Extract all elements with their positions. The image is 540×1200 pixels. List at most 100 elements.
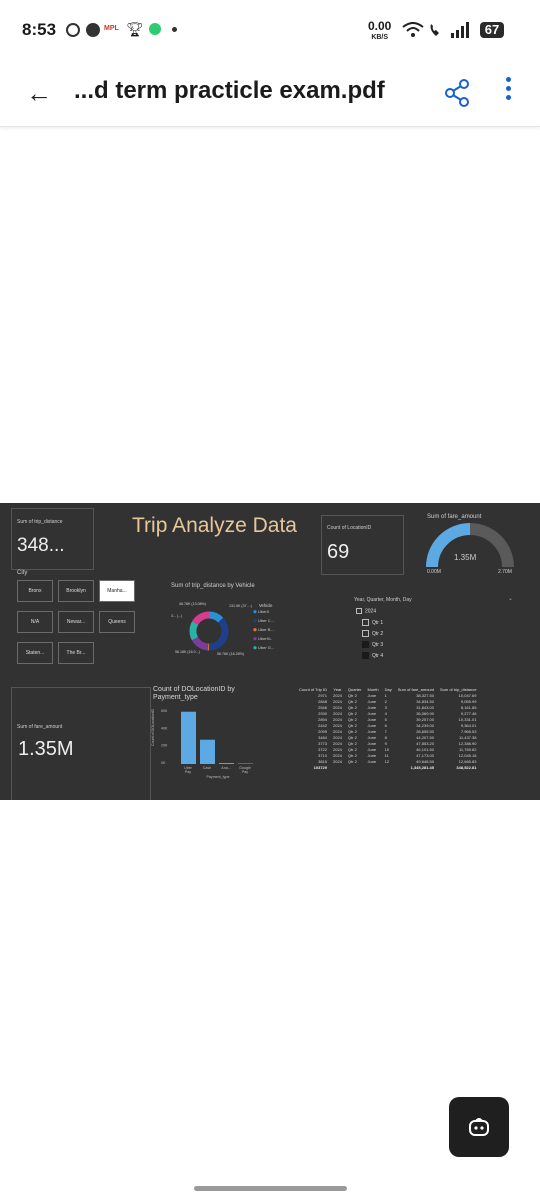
- checkbox[interactable]: [362, 641, 369, 648]
- kpi-fare-label: Sum of fare_amount: [17, 724, 63, 730]
- donut-title: Sum of trip_distance by Vehicle: [171, 583, 255, 589]
- kpi-fare-card: Sum of fare_amount 1.35M: [11, 687, 151, 800]
- table-total-cell: 103729: [313, 765, 328, 770]
- kpi-trip-distance-card: Sum of trip_distance 348...: [11, 508, 94, 570]
- kpi-fare-value: 1.35M: [18, 738, 74, 760]
- city-option[interactable]: Manha...: [99, 580, 135, 602]
- quarter-option[interactable]: Qtr 2: [362, 630, 383, 637]
- city-option[interactable]: Staten...: [17, 642, 53, 664]
- legend-swatch: [253, 628, 257, 632]
- y-tick-label: 60K: [161, 709, 168, 713]
- date-slicer: Year, Quarter, Month, Day ⌄ 2024 Qtr 1 Qt…: [350, 593, 520, 663]
- city-option[interactable]: Newar...: [58, 611, 94, 633]
- signal-icon: [451, 22, 469, 38]
- donut-legend-item: UberXL: [258, 636, 272, 641]
- donut-slice: [191, 636, 209, 651]
- share-icon[interactable]: [444, 79, 470, 107]
- table-total-cell: [345, 765, 365, 771]
- slicer-year-row[interactable]: 2024: [356, 608, 376, 614]
- battery-indicator: 67: [480, 22, 504, 38]
- y-tick-label: 40K: [161, 726, 168, 730]
- x-axis-label: Payment_type: [207, 775, 230, 779]
- status-bar: 8:53 MPL 🏆︎ 0.00 KB/S 67: [0, 0, 540, 62]
- legend-swatch: [253, 646, 257, 650]
- bar-chart-title: Count of DOLocationID by Payment_type: [153, 686, 235, 701]
- x-tick-label: Pay: [185, 770, 191, 774]
- donut-data-label: 3... (...): [171, 614, 182, 618]
- more-notifications-dot-icon: [172, 27, 177, 32]
- donut-legend-item: Uber G...: [258, 645, 274, 650]
- checkbox[interactable]: [362, 652, 369, 659]
- slicer-year-label: 2024: [365, 608, 377, 615]
- date-slicer-label: Year, Quarter, Month, Day: [354, 597, 412, 603]
- donut-slice: [208, 611, 224, 623]
- year-collapse-icon: [356, 608, 362, 614]
- dashboard-page: Sum of trip_distance 348... Trip Analyze…: [0, 503, 540, 800]
- table-total-cell: 348,522.81: [456, 765, 477, 770]
- wifi-icon: [402, 22, 424, 37]
- donut-data-label: 131.5K (37....): [229, 604, 252, 608]
- city-option[interactable]: Queens: [99, 611, 135, 633]
- city-option[interactable]: Brooklyn: [58, 580, 94, 602]
- quarter-option[interactable]: Qtr 1: [362, 619, 383, 626]
- donut-legend-item: UberX: [258, 609, 270, 614]
- quarter-label: Qtr 3: [372, 641, 384, 648]
- checkbox[interactable]: [362, 630, 369, 637]
- quarter-option[interactable]: Qtr 4: [362, 652, 383, 659]
- table-total-cell: 1,345,281.45: [410, 765, 434, 770]
- gesture-nav-bar[interactable]: [194, 1186, 347, 1191]
- trip-matrix-table: Count of Trip ID Year Quarter Month Day Sum o…: [296, 687, 479, 771]
- kpi-trip-distance-value: 348...: [17, 535, 65, 556]
- y-axis-label: Count of DOLocationID: [151, 708, 155, 746]
- city-option[interactable]: N/A: [17, 611, 53, 633]
- donut-slice: [189, 621, 199, 641]
- y-tick-label: 0K: [161, 761, 166, 765]
- donut-data-label: 56.78K (16.28%): [217, 652, 244, 656]
- legend-swatch: [253, 610, 257, 614]
- dashboard-title: Trip Analyze Data: [132, 514, 297, 537]
- x-tick-label: Cash: [203, 766, 211, 770]
- legend-swatch: [253, 637, 257, 641]
- quarter-option[interactable]: Qtr 3: [362, 641, 383, 648]
- status-time: 8:53: [22, 20, 57, 39]
- table-total-cell: [330, 765, 345, 771]
- bar: [200, 739, 215, 764]
- payment-bar-chart: Count of DOLocationID by Payment_type Co…: [148, 686, 288, 796]
- mpl-icon: MPL: [104, 25, 119, 32]
- donut-legend-item: Uber C...: [258, 618, 274, 623]
- table-total-cell: [364, 765, 381, 771]
- network-speed-unit: KB/S: [371, 34, 389, 41]
- donut-data-label: 46.78K (13.08%): [179, 602, 206, 606]
- chevron-down-icon[interactable]: ⌄: [508, 595, 513, 602]
- quarter-label: Qtr 2: [372, 630, 384, 637]
- city-option[interactable]: The Br...: [58, 642, 94, 664]
- x-tick-label: Ana...: [221, 766, 230, 770]
- donut-plot: 46.78K (13.08%) 131.5K (37....) 3... (...)…: [171, 602, 274, 656]
- quarter-label: Qtr 4: [372, 652, 384, 659]
- instagram-icon: [66, 23, 80, 37]
- table-total-cell: [382, 765, 395, 771]
- city-slicer-label: City: [17, 570, 28, 576]
- donut-legend-title: Vehicle: [259, 603, 273, 608]
- notification-bubble-icon: [86, 23, 100, 37]
- checkbox[interactable]: [362, 619, 369, 626]
- app-bar: ← ...d term practicle exam.pdf: [0, 62, 540, 127]
- spotify-icon: [149, 23, 161, 35]
- bar: [219, 763, 234, 764]
- back-arrow-icon[interactable]: ←: [26, 78, 52, 109]
- x-tick-label: Pay: [242, 770, 248, 774]
- ai-assistant-button[interactable]: [449, 1097, 509, 1157]
- donut-slice: [192, 611, 210, 625]
- document-title: ...d term practicle exam.pdf: [74, 77, 385, 104]
- city-option[interactable]: Bronx: [17, 580, 53, 602]
- network-speed: 0.00 KB/S: [368, 19, 392, 42]
- volte-call-icon: [430, 24, 439, 36]
- gauge-min: 0.00M: [427, 569, 441, 575]
- city-slicer: City Bronx Brooklyn Manha... N/A Newar... Que…: [11, 568, 141, 668]
- gauge-max: 2.70M: [498, 569, 512, 575]
- more-options-icon[interactable]: [506, 77, 516, 104]
- kpi-location-label: Count of LocationID: [327, 525, 372, 531]
- network-speed-value: 0.00: [368, 19, 392, 33]
- robot-icon: [469, 1118, 489, 1136]
- y-tick-label: 20K: [161, 744, 168, 748]
